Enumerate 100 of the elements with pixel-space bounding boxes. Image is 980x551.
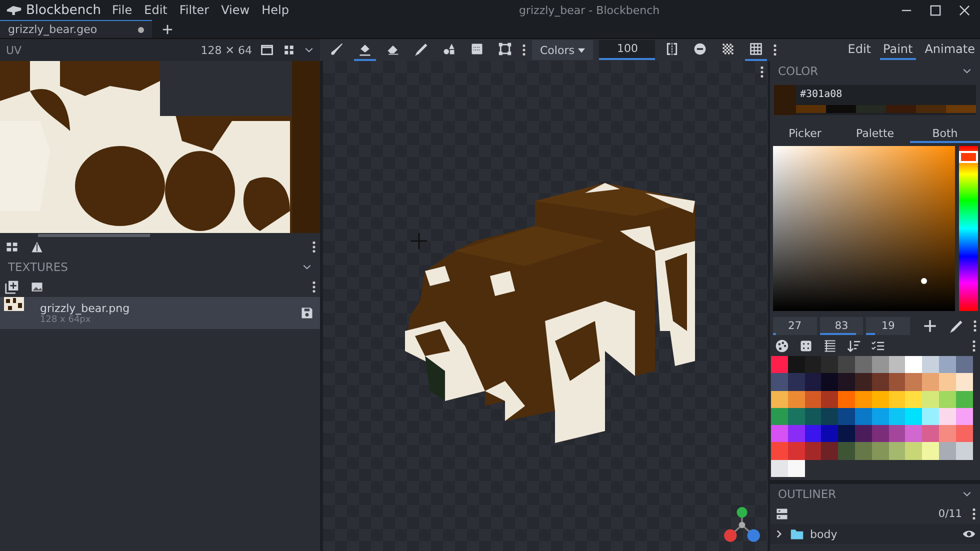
scrollbar[interactable]: [38, 234, 150, 237]
palette-swatch[interactable]: [838, 442, 855, 460]
triangle-icon[interactable]: [30, 240, 44, 254]
more-icon[interactable]: [972, 508, 976, 520]
more-icon[interactable]: [973, 320, 978, 332]
recent-color-swatch[interactable]: [796, 105, 826, 113]
palette-swatch[interactable]: [821, 356, 838, 374]
palette-swatch[interactable]: [905, 356, 922, 374]
palette-swatch[interactable]: [821, 390, 838, 408]
color-tab[interactable]: Picker: [770, 125, 840, 143]
palette-swatch[interactable]: [938, 356, 956, 374]
more-icon[interactable]: [312, 241, 316, 253]
palette-swatch[interactable]: [872, 425, 889, 442]
file-tab[interactable]: grizzly_bear.geo: [0, 20, 152, 38]
palette-swatch[interactable]: [938, 373, 956, 391]
palette-swatch[interactable]: [788, 373, 805, 391]
more-icon[interactable]: [972, 340, 976, 352]
palette-swatch[interactable]: [922, 442, 939, 460]
dice-icon[interactable]: [799, 339, 813, 353]
table-icon[interactable]: [823, 339, 837, 353]
palette-swatch[interactable]: [888, 356, 906, 374]
palette-swatch[interactable]: [905, 408, 922, 426]
palette-swatch[interactable]: [872, 356, 889, 374]
chevron-down-icon[interactable]: [304, 45, 314, 55]
palette-swatch[interactable]: [956, 373, 973, 391]
palette-swatch[interactable]: [888, 425, 906, 442]
frame-icon[interactable]: [260, 43, 274, 57]
palette-swatch[interactable]: [838, 356, 855, 374]
more-icon[interactable]: [522, 44, 526, 56]
recent-color-swatch[interactable]: [826, 105, 856, 113]
menu-item[interactable]: Edit: [143, 3, 168, 17]
palette-swatch[interactable]: [922, 390, 939, 408]
palette-swatch[interactable]: [956, 356, 973, 374]
palette-swatch[interactable]: [838, 373, 855, 391]
brush-size-field[interactable]: 100: [599, 40, 656, 60]
more-icon[interactable]: [312, 281, 316, 293]
menu-item[interactable]: Help: [260, 3, 290, 17]
palette-swatch[interactable]: [804, 425, 822, 442]
palette-swatch[interactable]: [922, 356, 939, 374]
palette-swatch[interactable]: [771, 390, 788, 408]
palette-swatch[interactable]: [788, 442, 805, 460]
color-tab[interactable]: Both: [910, 125, 980, 143]
grid-icon[interactable]: [282, 43, 296, 57]
color-value-field[interactable]: 83: [820, 317, 864, 335]
recent-color-swatch[interactable]: [916, 105, 946, 113]
axis-gizmo-icon[interactable]: [723, 506, 761, 544]
eyedropper-icon[interactable]: [949, 319, 964, 333]
sort-icon[interactable]: [847, 339, 861, 353]
palette-swatch[interactable]: [872, 442, 889, 460]
recent-color-swatch[interactable]: [856, 105, 886, 113]
saturation-value-picker[interactable]: [773, 146, 955, 311]
mode-tab[interactable]: Edit: [844, 40, 874, 60]
palette-swatch[interactable]: [922, 425, 939, 442]
recent-color-swatch[interactable]: [886, 105, 916, 113]
palette-swatch[interactable]: [804, 373, 822, 391]
chevron-down-icon[interactable]: [302, 262, 312, 272]
palette-swatch[interactable]: [788, 356, 805, 374]
save-icon[interactable]: [300, 306, 314, 320]
server-icon[interactable]: [775, 507, 789, 521]
palette-swatch[interactable]: [838, 390, 855, 408]
palette-swatch[interactable]: [771, 356, 788, 374]
palette-swatch[interactable]: [854, 373, 872, 391]
menu-item[interactable]: File: [111, 3, 134, 17]
palette-swatch[interactable]: [854, 425, 872, 442]
palette-swatch[interactable]: [888, 373, 906, 391]
chevron-down-icon[interactable]: [962, 66, 972, 76]
palette-swatch[interactable]: [821, 425, 838, 442]
palette-swatch[interactable]: [821, 442, 838, 460]
palette-swatch[interactable]: [905, 442, 922, 460]
palette-swatch[interactable]: [854, 442, 872, 460]
palette-swatch[interactable]: [838, 408, 855, 426]
texture-item[interactable]: grizzly_bear.png 128 x 64px: [0, 297, 320, 329]
add-texture-icon[interactable]: [5, 280, 19, 294]
close-icon[interactable]: [959, 4, 970, 16]
menu-item[interactable]: Filter: [178, 3, 210, 17]
palette-swatch[interactable]: [922, 373, 939, 391]
palette-swatch[interactable]: [938, 425, 956, 442]
palette-swatch[interactable]: [938, 442, 956, 460]
palette-swatch[interactable]: [872, 373, 889, 391]
palette-swatch[interactable]: [854, 356, 872, 374]
viewport-background[interactable]: [323, 61, 768, 551]
color-value-field[interactable]: 19: [866, 317, 910, 335]
grid-icon[interactable]: [5, 240, 19, 254]
palette-swatch[interactable]: [771, 442, 788, 460]
palette-swatch[interactable]: [888, 442, 906, 460]
image-icon[interactable]: [30, 280, 44, 294]
checklist-icon[interactable]: [871, 339, 885, 353]
palette-swatch[interactable]: [771, 373, 788, 391]
menu-item[interactable]: View: [220, 3, 251, 17]
palette-swatch[interactable]: [956, 442, 973, 460]
palette-swatch[interactable]: [905, 425, 922, 442]
hue-slider[interactable]: [959, 146, 978, 311]
recent-color-swatch[interactable]: [946, 105, 976, 113]
add-icon[interactable]: [162, 24, 173, 34]
chevron-down-icon[interactable]: [962, 489, 972, 499]
palette-swatch[interactable]: [922, 408, 939, 426]
palette-swatch[interactable]: [771, 460, 788, 478]
palette-swatch[interactable]: [804, 442, 822, 460]
color-mode-dropdown[interactable]: Colors: [532, 40, 594, 60]
palette-swatch[interactable]: [905, 390, 922, 408]
